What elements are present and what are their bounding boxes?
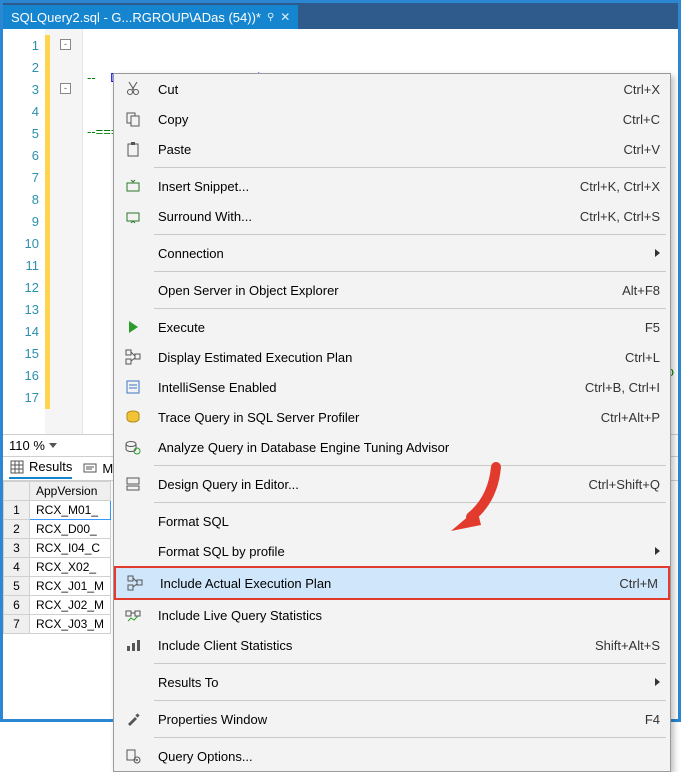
grid-icon xyxy=(9,459,25,475)
separator xyxy=(154,737,666,738)
execute-icon xyxy=(125,319,141,335)
query-options-icon xyxy=(125,748,141,764)
submenu-arrow-icon xyxy=(655,678,660,686)
menu-insert-snippet[interactable]: Insert Snippet... Ctrl+K, Ctrl+X xyxy=(114,171,670,201)
properties-icon xyxy=(125,711,141,727)
close-icon[interactable]: ✕ xyxy=(280,10,290,24)
editor-context-menu[interactable]: Cut Ctrl+X Copy Ctrl+C Paste Ctrl+V Inse… xyxy=(113,73,671,772)
menu-live-query-stats[interactable]: Include Live Query Statistics xyxy=(114,600,670,630)
results-tab[interactable]: Results xyxy=(9,459,72,479)
profiler-icon xyxy=(125,409,141,425)
table-row[interactable]: 2RCX_D00_ xyxy=(4,520,111,539)
menu-cut[interactable]: Cut Ctrl+X xyxy=(114,74,670,104)
message-icon xyxy=(82,461,98,477)
menu-copy[interactable]: Copy Ctrl+C xyxy=(114,104,670,134)
separator xyxy=(154,271,666,272)
fold-toggle[interactable]: - xyxy=(60,39,71,50)
messages-tab[interactable]: M xyxy=(82,461,113,477)
intellisense-icon xyxy=(125,379,141,395)
copy-icon xyxy=(125,111,141,127)
pin-icon[interactable]: ⚲ xyxy=(267,12,274,23)
menu-client-stats[interactable]: Include Client Statistics Shift+Alt+S xyxy=(114,630,670,660)
table-row[interactable]: 5RCX_J01_M xyxy=(4,577,111,596)
submenu-arrow-icon xyxy=(655,547,660,555)
menu-design-query[interactable]: Design Query in Editor... Ctrl+Shift+Q xyxy=(114,469,670,499)
menu-paste[interactable]: Paste Ctrl+V xyxy=(114,134,670,164)
menu-properties-window[interactable]: Properties Window F4 xyxy=(114,704,670,734)
tab-title: SQLQuery2.sql - G...RGROUP\ADas (54))* xyxy=(11,10,261,25)
document-tab-strip: SQLQuery2.sql - G...RGROUP\ADas (54))* ⚲… xyxy=(3,3,678,29)
client-stats-icon xyxy=(125,637,141,653)
menu-open-server[interactable]: Open Server in Object Explorer Alt+F8 xyxy=(114,275,670,305)
paste-icon xyxy=(125,141,141,157)
separator xyxy=(154,167,666,168)
menu-format-sql-profile[interactable]: Format SQL by profile xyxy=(114,536,670,566)
zoom-value: 110 % xyxy=(9,438,45,453)
change-marker xyxy=(45,35,50,409)
chevron-down-icon xyxy=(49,443,57,448)
insert-snippet-icon xyxy=(125,178,141,194)
estimated-plan-icon xyxy=(125,349,141,365)
separator xyxy=(154,465,666,466)
fold-toggle[interactable]: - xyxy=(60,83,71,94)
surround-with-icon xyxy=(125,208,141,224)
document-tab[interactable]: SQLQuery2.sql - G...RGROUP\ADas (54))* ⚲… xyxy=(3,5,298,29)
menu-intellisense[interactable]: IntelliSense Enabled Ctrl+B, Ctrl+I xyxy=(114,372,670,402)
line-number-gutter: 1 2 3 4 5 6 7 8 9 10 11 12 13 14 15 16 1… xyxy=(3,29,45,434)
zoom-dropdown[interactable]: 110 % xyxy=(9,438,57,453)
table-header-row: AppVersion xyxy=(4,482,111,501)
separator xyxy=(154,502,666,503)
menu-estimated-plan[interactable]: Display Estimated Execution Plan Ctrl+L xyxy=(114,342,670,372)
menu-execute[interactable]: Execute F5 xyxy=(114,312,670,342)
table-row[interactable]: 6RCX_J02_M xyxy=(4,596,111,615)
col-appversion[interactable]: AppVersion xyxy=(30,482,111,501)
menu-query-options[interactable]: Query Options... xyxy=(114,741,670,771)
actual-plan-icon xyxy=(127,575,143,591)
menu-results-to[interactable]: Results To xyxy=(114,667,670,697)
menu-connection[interactable]: Connection xyxy=(114,238,670,268)
table-row[interactable]: 4RCX_X02_ xyxy=(4,558,111,577)
design-query-icon xyxy=(125,476,141,492)
separator xyxy=(154,308,666,309)
table-row[interactable]: 3RCX_I04_C xyxy=(4,539,111,558)
menu-trace-profiler[interactable]: Trace Query in SQL Server Profiler Ctrl+… xyxy=(114,402,670,432)
cut-icon xyxy=(125,81,141,97)
table-row[interactable]: 7RCX_J03_M xyxy=(4,615,111,634)
tuning-advisor-icon xyxy=(125,439,141,455)
menu-format-sql[interactable]: Format SQL xyxy=(114,506,670,536)
fold-margin: - - xyxy=(45,29,83,434)
separator xyxy=(154,663,666,664)
submenu-arrow-icon xyxy=(655,249,660,257)
live-stats-icon xyxy=(125,607,141,623)
separator xyxy=(154,234,666,235)
corner-cell xyxy=(4,482,30,501)
separator xyxy=(154,700,666,701)
menu-surround-with[interactable]: Surround With... Ctrl+K, Ctrl+S xyxy=(114,201,670,231)
menu-analyze-dta[interactable]: Analyze Query in Database Engine Tuning … xyxy=(114,432,670,462)
table-row[interactable]: 1RCX_M01_ xyxy=(4,501,111,520)
menu-include-actual-plan[interactable]: Include Actual Execution Plan Ctrl+M xyxy=(114,566,670,600)
